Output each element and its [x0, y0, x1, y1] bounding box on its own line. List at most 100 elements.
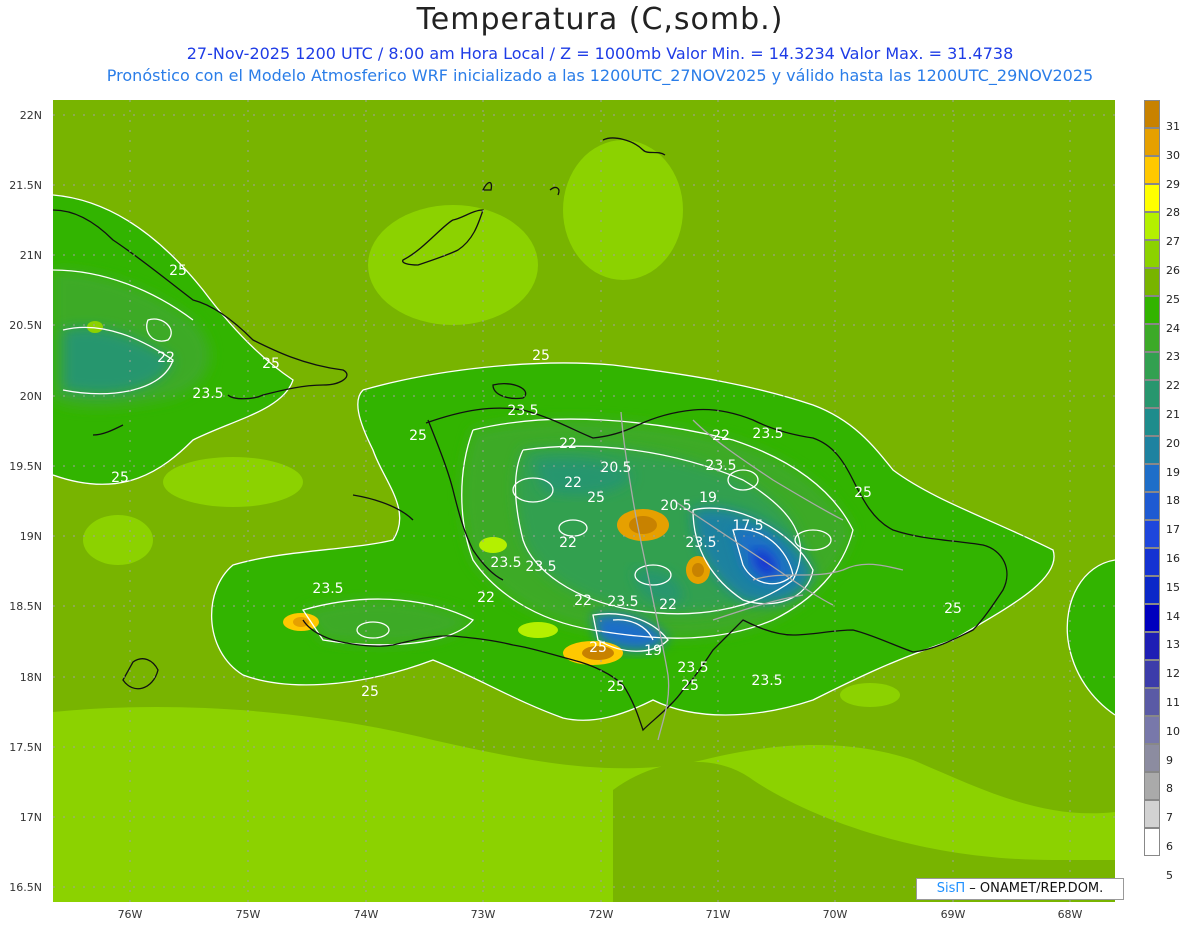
contour-label: 17.5: [732, 518, 763, 534]
lat-label: 21.5N: [9, 179, 42, 192]
colorbar: [1144, 100, 1160, 856]
colorbar-swatch: [1144, 772, 1160, 800]
colorbar-label: 7: [1166, 811, 1173, 825]
contour-label: 23.5: [490, 555, 521, 571]
colorbar-swatch: [1144, 520, 1160, 548]
contour-label: 22: [559, 535, 577, 551]
colorbar-swatch: [1144, 212, 1160, 240]
colorbar-swatch: [1144, 660, 1160, 688]
contour-label: 23.5: [751, 673, 782, 689]
field-patch-south-cuba: [83, 515, 153, 565]
colorbar-label: 11: [1166, 696, 1180, 709]
contour-label: 23.5: [705, 458, 736, 474]
contour-label: 23.5: [507, 403, 538, 419]
contour-label: 25: [681, 678, 699, 694]
colorbar-swatch: [1144, 800, 1160, 828]
lon-label: 74W: [353, 908, 379, 921]
colorbar-label: 13: [1166, 638, 1180, 652]
contour-label: 22: [559, 436, 577, 452]
lon-label: 72W: [588, 908, 614, 921]
lon-label: 75W: [235, 908, 261, 921]
colorbar-label: 25: [1166, 292, 1180, 306]
colorbar-swatch: [1144, 240, 1160, 268]
colorbar-swatch: [1144, 296, 1160, 324]
contour-label: 22: [574, 593, 592, 609]
contour-label: 23.5: [192, 386, 223, 402]
colorbar-label: 29: [1166, 177, 1180, 191]
temperature-map: 25 22 25 23.5 25 25 23.5 25 22 22 23.5 20.5 23.5 22 25…: [53, 100, 1115, 902]
map-title: Temperatura (C,somb.): [416, 2, 784, 37]
colorbar-swatch: [1144, 632, 1160, 660]
colorbar-swatch: [1144, 324, 1160, 352]
colorbar-label: 31: [1166, 120, 1180, 133]
lat-label: 17N: [19, 811, 42, 824]
map-subtitle-date: 27-Nov-2025 1200 UTC / 8:00 am Hora Loca…: [186, 44, 1014, 63]
colorbar-swatch: [1144, 576, 1160, 604]
colorbar-label: 15: [1166, 580, 1180, 594]
colorbar-label: 28: [1166, 206, 1180, 220]
contour-label: 25: [607, 679, 625, 695]
lon-label: 70W: [822, 908, 848, 921]
colorbar-swatch: [1144, 604, 1160, 632]
credit-logo: SisΠ: [936, 881, 966, 896]
lon-label: 68W: [1057, 908, 1083, 921]
contour-label: 22: [712, 428, 730, 444]
contour-label: 25: [589, 640, 607, 656]
contour-label: 20.5: [660, 498, 691, 514]
colorbar-label: 30: [1166, 148, 1180, 162]
contour-label: 22: [659, 597, 677, 613]
colorbar-swatch: [1144, 128, 1160, 156]
map-subtitle-model: Pronóstico con el Modelo Atmosferico WRF…: [106, 66, 1094, 85]
lon-label: 76W: [117, 908, 143, 921]
contour-label: 25: [169, 263, 187, 279]
contour-label: 22: [477, 590, 495, 606]
contour-label: 25: [361, 684, 379, 700]
colorbar-swatch: [1144, 100, 1160, 128]
contour-label: 19: [644, 643, 662, 659]
lat-label: 18.5N: [9, 600, 42, 613]
contour-label: 23.5: [677, 660, 708, 676]
colorbar-label: 20: [1166, 436, 1180, 450]
colorbar-swatch: [1144, 156, 1160, 184]
lon-label: 69W: [940, 908, 966, 921]
colorbar-swatch: [1144, 184, 1160, 212]
colorbar-swatch: [1144, 716, 1160, 744]
colorbar-label: 6: [1166, 840, 1173, 853]
contour-label: 25: [854, 485, 872, 501]
colorbar-label: 27: [1166, 235, 1180, 249]
colorbar-label: 17: [1166, 523, 1180, 537]
contour-label: 25: [532, 348, 550, 364]
lat-label: 18N: [19, 671, 42, 684]
contour-label: 23.5: [607, 594, 638, 610]
field-patch-windward: [163, 457, 303, 507]
colorbar-swatch: [1144, 352, 1160, 380]
lat-label: 16.5N: [9, 881, 42, 894]
field-patch-inagua: [563, 140, 683, 280]
contour-label: 23.5: [685, 535, 716, 551]
lon-label: 73W: [470, 908, 496, 921]
field-patch-mona: [840, 683, 900, 707]
colorbar-label: 10: [1166, 724, 1180, 738]
colorbar-swatch: [1144, 380, 1160, 408]
colorbar-swatch: [1144, 744, 1160, 772]
lat-label: 20.5N: [9, 319, 42, 332]
lat-label: 17.5N: [9, 741, 42, 754]
colorbar-label: 14: [1166, 609, 1180, 623]
lat-label: 22N: [19, 109, 42, 122]
lat-label: 20N: [19, 390, 42, 403]
contour-label: 19: [699, 490, 717, 506]
contour-label: 20.5: [600, 460, 631, 476]
colorbar-swatch: [1144, 688, 1160, 716]
credit-box: SisΠ – ONAMET/REP.DOM.: [916, 878, 1124, 900]
contour-label: 25: [111, 470, 129, 486]
contour-label: 22: [157, 350, 175, 366]
contour-label: 25: [587, 490, 605, 506]
colorbar-label: 26: [1166, 264, 1180, 277]
colorbar-label: 23: [1166, 350, 1180, 364]
colorbar-swatch: [1144, 828, 1160, 856]
colorbar-swatch: [1144, 492, 1160, 520]
contour-label: 25: [944, 601, 962, 617]
colorbar-label: 24: [1166, 321, 1180, 335]
colorbar-label: 8: [1166, 782, 1173, 796]
colorbar-swatch: [1144, 268, 1160, 296]
